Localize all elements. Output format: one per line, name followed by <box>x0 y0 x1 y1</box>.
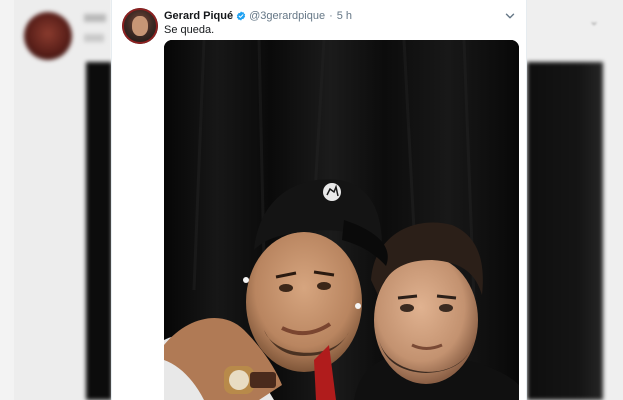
separator-dot: · <box>329 10 333 22</box>
blurred-chevron-icon: ⌄ <box>589 14 600 28</box>
blurred-photo-right <box>527 62 603 400</box>
verified-badge-icon <box>236 11 246 21</box>
blurred-avatar <box>24 12 72 60</box>
tweet-photo[interactable] <box>164 40 519 400</box>
photo-illustration <box>164 40 519 400</box>
hat-logo-icon <box>323 183 341 201</box>
author-handle[interactable]: @3gerardpique <box>249 10 325 22</box>
tweet-timestamp[interactable]: 5 h <box>337 10 352 22</box>
blurred-photo-left <box>86 62 112 400</box>
blurred-name <box>84 14 106 22</box>
avatar[interactable] <box>122 8 158 44</box>
avatar-ring <box>122 8 158 44</box>
tweet-header: Gerard Piqué @3gerardpique · 5 h <box>164 8 516 24</box>
tweet-text: Se queda. <box>164 24 215 36</box>
tweet-card[interactable]: Gerard Piqué @3gerardpique · 5 h Se qued… <box>111 0 527 400</box>
blurred-text <box>84 34 104 42</box>
chevron-down-icon[interactable] <box>504 10 516 22</box>
author-name[interactable]: Gerard Piqué <box>164 10 233 22</box>
